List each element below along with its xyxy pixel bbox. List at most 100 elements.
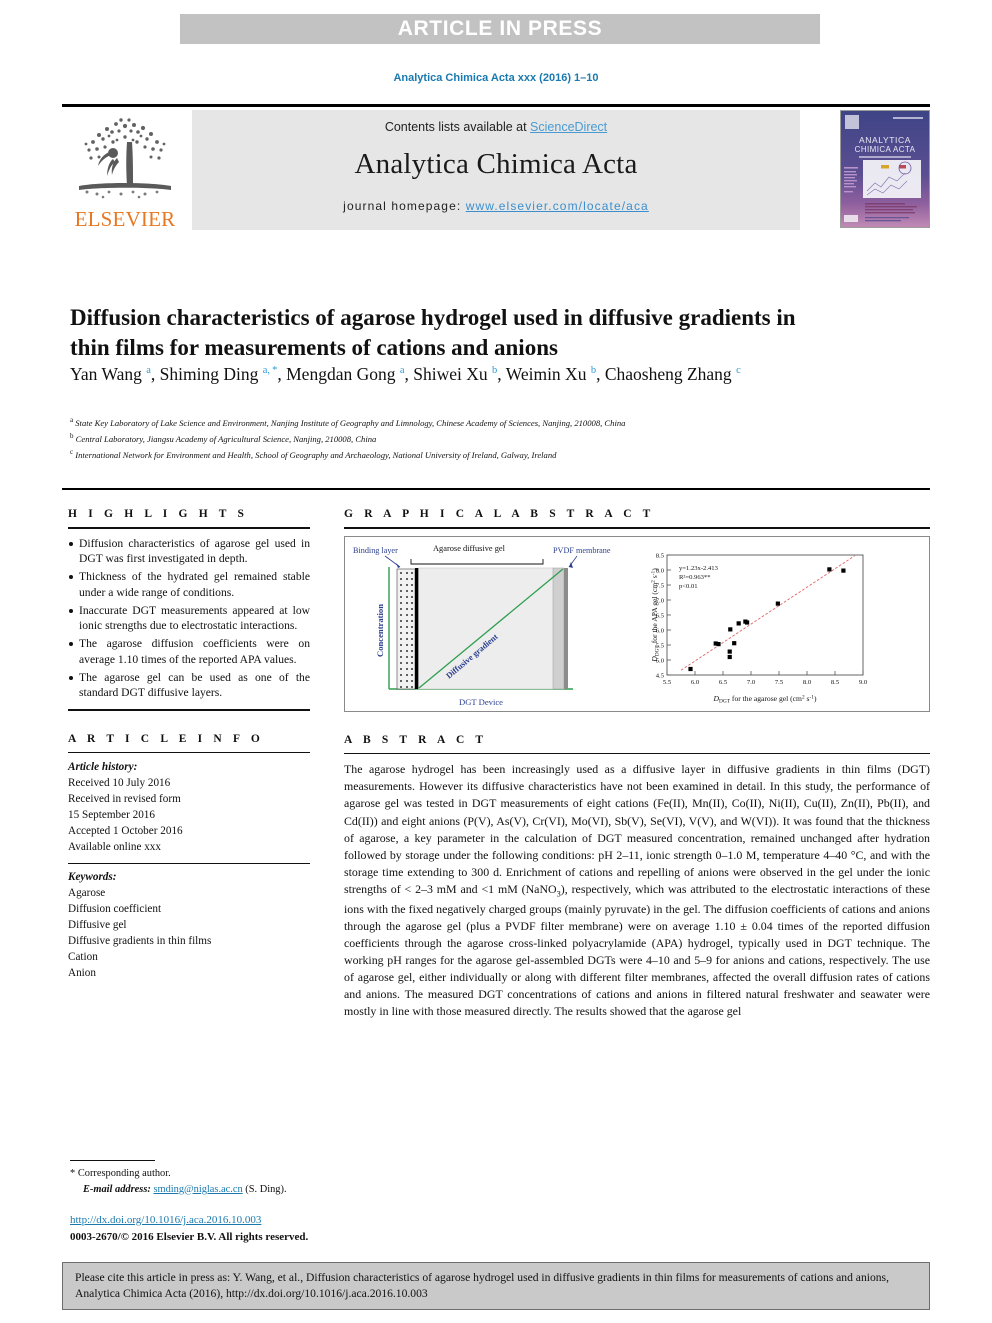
highlights-list: Diffusion characteristics of agarose gel… xyxy=(68,536,310,702)
journal-cover-thumbnail[interactable]: ANALYTICA CHIMICA ACTA xyxy=(840,110,930,228)
affiliation-item: a State Key Laboratory of Lake Science a… xyxy=(70,416,626,428)
article-info-heading: A R T I C L E I N F O xyxy=(68,732,264,745)
annotation-r2: R²=0.963** xyxy=(679,574,711,581)
keyword-item: Diffusive gradients in thin films xyxy=(68,935,212,948)
masthead-top-rule xyxy=(62,104,930,107)
article-history-line: Accepted 1 October 2016 xyxy=(68,825,183,838)
running-head: Analytica Chimica Acta xxx (2016) 1–10 xyxy=(393,72,599,84)
keywords-block: Keywords: Agarose Diffusion coefficient Di… xyxy=(68,870,310,981)
email-suffix: (S. Ding). xyxy=(245,1183,287,1195)
highlight-item: Inaccurate DGT measurements appeared at … xyxy=(68,603,310,635)
scatter-point xyxy=(775,601,780,606)
svg-text:8.5: 8.5 xyxy=(656,552,665,559)
journal-homepage-line: journal homepage: www.elsevier.com/locat… xyxy=(192,199,800,213)
article-in-press-label: ARTICLE IN PRESS xyxy=(397,17,603,40)
scatter-point xyxy=(744,619,750,625)
abstract-heading: A B S T R A C T xyxy=(344,733,488,746)
agarose-gel-label: Agarose diffusive gel xyxy=(433,544,506,553)
corresponding-author-marker: * xyxy=(70,1168,76,1179)
doi-block: http://dx.doi.org/10.1016/j.aca.2016.10.… xyxy=(70,1212,308,1245)
scatter-point xyxy=(841,568,846,573)
svg-text:6.5: 6.5 xyxy=(719,679,728,686)
keyword-item: Diffusive gel xyxy=(68,919,127,932)
abstract-body: The agarose hydrogel has been increasing… xyxy=(344,762,930,1019)
scatter-point xyxy=(732,640,737,645)
journal-band: Contents lists available at ScienceDirec… xyxy=(192,110,800,230)
highlights-heading: H I G H L I G H T S xyxy=(68,508,249,520)
svg-text:7.5: 7.5 xyxy=(775,679,784,686)
email-label: E-mail address: xyxy=(83,1183,151,1195)
graphical-abstract-rule-top xyxy=(344,527,930,529)
article-history-line: Received in revised form xyxy=(68,793,181,806)
footnote-rule xyxy=(70,1160,155,1161)
affiliation-item: c International Network for Environment … xyxy=(70,447,557,460)
article-history-line: Received 10 July 2016 xyxy=(68,777,171,790)
highlights-rule-top xyxy=(68,527,310,529)
highlight-item: The agarose gel can be used as one of th… xyxy=(68,670,310,702)
contents-prefix: Contents lists available at xyxy=(384,120,531,134)
article-history-line: 15 September 2016 xyxy=(68,809,155,822)
citation-notice-text: Please cite this article in press as: Y.… xyxy=(75,1271,889,1300)
graphical-abstract-heading: G R A P H I C A L A B S T R A C T xyxy=(344,508,655,520)
graphical-abstract-figure: Binding layer Agarose diffusive gel PVDF… xyxy=(344,535,930,712)
scatter-point xyxy=(736,620,741,626)
article-in-press-banner: ARTICLE IN PRESS xyxy=(180,14,820,44)
article-history-label: Article history: xyxy=(68,761,138,774)
concentration-axis-label: Concentration xyxy=(375,603,385,656)
binding-layer-label: Binding layer xyxy=(353,546,398,555)
svg-text:6.0: 6.0 xyxy=(691,679,700,686)
scatter-point xyxy=(727,654,732,659)
article-history-block: Article history: Received 10 July 2016 Re… xyxy=(68,760,310,855)
footnote-block: * Corresponding author. E-mail address: … xyxy=(70,1160,500,1197)
elsevier-logo: ELSEVIER xyxy=(62,110,188,230)
scatter-point xyxy=(728,626,733,632)
left-column: H I G H L I G H T S Diffusion characteri… xyxy=(68,508,310,982)
keywords-lines: Agarose Diffusion coefficient Diffusive ge… xyxy=(68,886,310,981)
article-history-lines: Received 10 July 2016 Received in revised… xyxy=(68,776,310,856)
correlation-scatter-plot: 4.55.05.56.06.57.07.58.08.5 5.5 6.0 6.5 7.0… xyxy=(650,552,868,704)
chart-x-axis-label: DDGT for the agarose gel (cm2 s-1) xyxy=(712,694,817,705)
svg-text:8.5: 8.5 xyxy=(831,679,840,686)
affiliation-item: b Central Laboratory, Jiangsu Academy of… xyxy=(70,431,377,444)
journal-cover-image: ANALYTICA CHIMICA ACTA xyxy=(841,111,929,227)
corresponding-author-note: * Corresponding author. xyxy=(70,1166,500,1182)
highlight-item: Thickness of the hydrated gel remained s… xyxy=(68,569,310,601)
scatter-point xyxy=(688,666,693,671)
author-list: Yan Wang a, Shiming Ding a, *, Mengdan G… xyxy=(70,364,741,384)
keyword-item: Diffusion coefficient xyxy=(68,903,162,916)
homepage-prefix: journal homepage: xyxy=(343,199,466,213)
article-info-rule-top xyxy=(68,751,310,754)
copyright-line: 0003-2670/© 2016 Elsevier B.V. All right… xyxy=(70,1230,309,1243)
right-column: G R A P H I C A L A B S T R A C T Bindin… xyxy=(344,508,930,1021)
keyword-item: Agarose xyxy=(68,887,106,900)
corresponding-author-text: Corresponding author. xyxy=(77,1168,171,1179)
doi-link[interactable]: http://dx.doi.org/10.1016/j.aca.2016.10.… xyxy=(70,1212,308,1229)
article-first-page: ARTICLE IN PRESS Analytica Chimica Acta … xyxy=(0,0,992,1323)
citation-notice-box: Please cite this article in press as: Y.… xyxy=(62,1262,930,1310)
graphical-abstract-svg: Binding layer Agarose diffusive gel PVDF… xyxy=(353,544,868,707)
keyword-item: Cation xyxy=(68,951,98,963)
elsevier-tree-icon xyxy=(79,118,171,199)
article-info-rule-mid xyxy=(68,862,310,865)
abstract-rule-top xyxy=(344,752,930,755)
journal-homepage-link[interactable]: www.elsevier.com/locate/aca xyxy=(466,199,649,213)
svg-text:9.0: 9.0 xyxy=(859,679,868,686)
svg-text:8.0: 8.0 xyxy=(803,679,812,686)
contents-available-line: Contents lists available at ScienceDirec… xyxy=(192,120,800,134)
highlight-item: Diffusion characteristics of agarose gel… xyxy=(68,536,310,568)
keywords-label: Keywords: xyxy=(68,871,117,884)
article-history-line: Available online xxx xyxy=(68,840,161,853)
highlight-item: The agarose diffusion coefficients were … xyxy=(68,636,310,668)
svg-text:7.0: 7.0 xyxy=(747,679,756,686)
email-link[interactable]: smding@niglas.ac.cn xyxy=(153,1184,242,1195)
journal-masthead: ELSEVIER Contents lists available at Sci… xyxy=(62,104,930,230)
annotation-pvalue: p<0.01 xyxy=(679,583,698,590)
scatter-point xyxy=(727,649,732,654)
dgt-device-caption: DGT Device xyxy=(459,697,503,707)
svg-text:ANALYTICA: ANALYTICA xyxy=(859,135,911,145)
svg-text:CHIMICA ACTA: CHIMICA ACTA xyxy=(855,145,916,154)
sciencedirect-link[interactable]: ScienceDirect xyxy=(530,120,607,134)
elsevier-wordmark: ELSEVIER xyxy=(74,207,176,231)
email-note: E-mail address: smding@niglas.ac.cn (S. … xyxy=(70,1182,500,1198)
journal-title: Analytica Chimica Acta xyxy=(354,148,638,180)
